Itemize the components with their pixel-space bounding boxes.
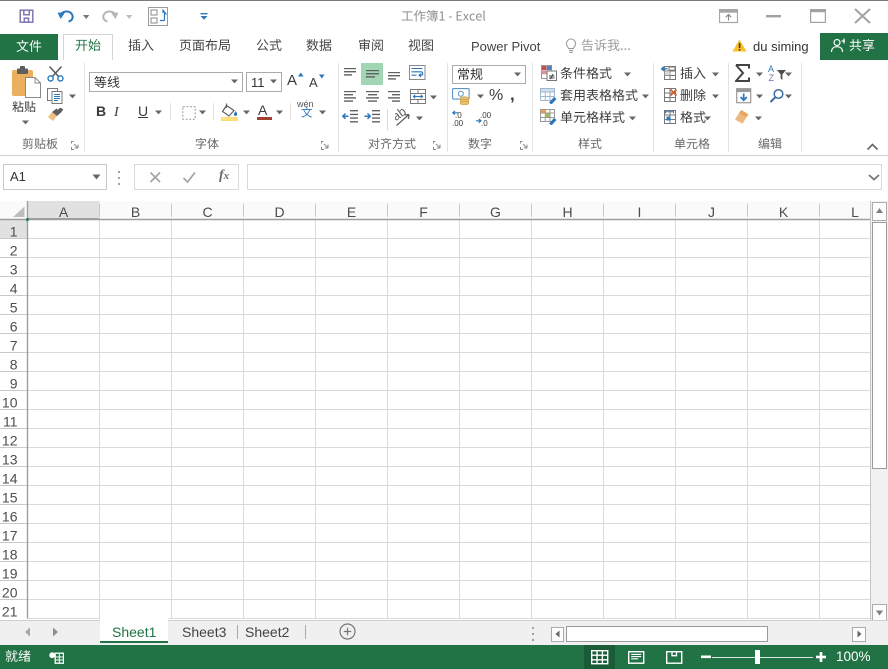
svg-text:A: A — [59, 204, 69, 220]
svg-text:10: 10 — [2, 395, 18, 411]
svg-text:4: 4 — [10, 281, 18, 297]
svg-text:21: 21 — [2, 604, 18, 620]
svg-text:2: 2 — [10, 243, 18, 259]
svg-text:16: 16 — [2, 509, 18, 525]
svg-text:I: I — [638, 204, 642, 220]
svg-text:9: 9 — [10, 376, 18, 392]
svg-text:D: D — [274, 204, 284, 220]
svg-text:11: 11 — [3, 414, 18, 430]
svg-text:Z: Z — [769, 73, 775, 82]
svg-text:7: 7 — [10, 338, 18, 354]
svg-text:B: B — [131, 204, 140, 220]
svg-text:.0: .0 — [481, 119, 488, 126]
svg-text:K: K — [779, 204, 789, 220]
svg-text:13: 13 — [2, 452, 18, 468]
svg-text:20: 20 — [2, 585, 18, 601]
svg-text:J: J — [708, 204, 715, 220]
svg-text:G: G — [490, 204, 501, 220]
svg-text:19: 19 — [2, 566, 18, 582]
svg-text:C: C — [202, 204, 212, 220]
svg-text:8: 8 — [10, 357, 18, 373]
svg-text:18: 18 — [2, 547, 18, 563]
svg-text:5: 5 — [10, 300, 18, 316]
svg-text:14: 14 — [2, 471, 18, 487]
svg-text:3: 3 — [10, 262, 18, 278]
svg-text:L: L — [851, 204, 859, 220]
svg-text:17: 17 — [2, 528, 18, 544]
svg-text:15: 15 — [2, 490, 18, 506]
svg-text:12: 12 — [2, 433, 18, 449]
svg-text:6: 6 — [10, 319, 18, 335]
svg-text:1: 1 — [10, 224, 18, 240]
svg-text:.00: .00 — [452, 119, 464, 126]
svg-text:H: H — [562, 204, 572, 220]
svg-text:F: F — [419, 204, 428, 220]
svg-text:E: E — [347, 204, 356, 220]
